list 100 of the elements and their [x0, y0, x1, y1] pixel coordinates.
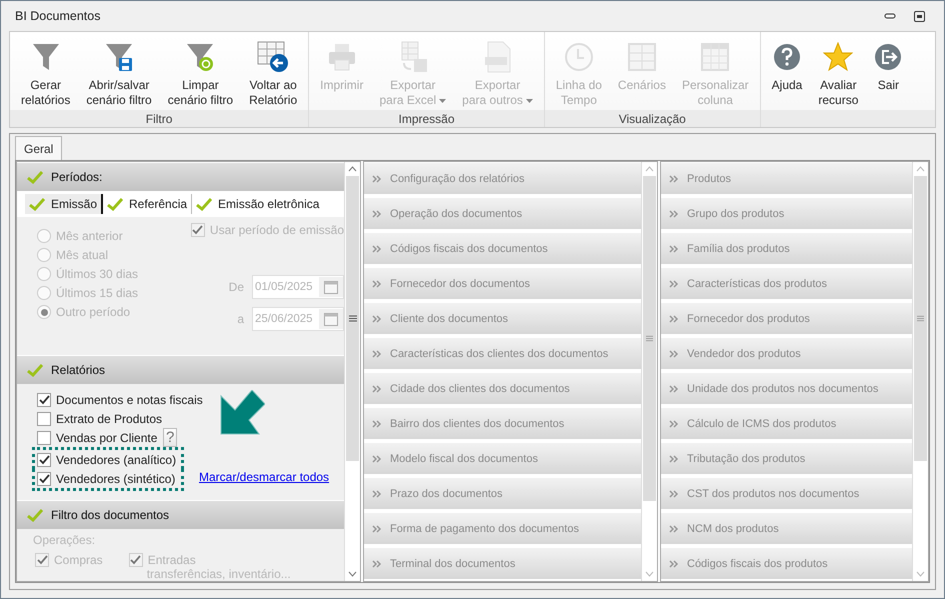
section-header[interactable]: Relatórios: [17, 355, 344, 384]
category-item[interactable]: Características dos produtos: [661, 267, 912, 299]
minimize-icon: [884, 12, 896, 20]
double-chevron-icon: [669, 174, 679, 182]
subtab[interactable]: Emissão eletrônica: [192, 194, 324, 214]
checkbox[interactable]: Vendas por Cliente: [37, 430, 158, 444]
restore-icon: [914, 10, 925, 22]
checkbox[interactable]: Documentos e notas fiscais: [37, 392, 203, 406]
funnel-save-icon: [104, 42, 134, 72]
category-item[interactable]: Cálculo de ICMS dos produtos: [661, 407, 912, 439]
grid-icon: [626, 42, 657, 72]
category-item[interactable]: Família dos produtos: [661, 232, 912, 264]
calendar-icon: [324, 312, 338, 326]
checkbox[interactable]: Extrato de Produtos: [37, 412, 162, 426]
double-chevron-icon: [372, 210, 382, 218]
double-chevron-icon: [669, 384, 679, 392]
ribbon-button[interactable]: Gerar relatórios: [14, 38, 78, 110]
category-item[interactable]: Fornecedor dos documentos: [364, 267, 641, 299]
checkmark-icon: [38, 454, 50, 464]
double-chevron-icon: [669, 524, 679, 532]
double-chevron-icon: [372, 280, 382, 288]
category-item[interactable]: Produtos: [661, 162, 912, 194]
grip-icon: [917, 315, 924, 322]
double-chevron-icon: [372, 244, 382, 252]
scrollbar[interactable]: [641, 162, 657, 581]
dropdown-caret-icon: [439, 98, 446, 102]
subtab[interactable]: Emissão: [25, 194, 104, 214]
dropdown-caret-icon: [526, 98, 533, 102]
category-item[interactable]: Códigos fiscais dos documentos: [364, 232, 641, 264]
scroll-up-icon: [916, 166, 925, 172]
category-item[interactable]: Tributação dos produtos: [661, 442, 912, 474]
calendar-icon: [324, 280, 338, 294]
ribbon-button[interactable]: Voltar ao Relatório: [242, 38, 304, 110]
select-all-link[interactable]: Marcar/desmarcar todos: [199, 470, 330, 484]
double-chevron-icon: [372, 314, 382, 322]
category-item[interactable]: Modelo fiscal dos documentos: [364, 442, 641, 474]
checkmark-icon: [36, 555, 48, 565]
scrollbar[interactable]: [344, 162, 360, 581]
category-item[interactable]: Operação dos documentos: [364, 197, 641, 229]
check-icon: [196, 198, 212, 210]
group-caption: Impressão: [309, 110, 544, 127]
ribbon-button[interactable]: Limpar cenário filtro: [160, 38, 240, 110]
scroll-up-icon: [645, 166, 654, 172]
subtab[interactable]: Referência: [103, 194, 192, 214]
category-item[interactable]: NCM dos produtos: [661, 512, 912, 544]
double-chevron-icon: [669, 454, 679, 462]
scroll-down-icon: [645, 571, 654, 577]
double-chevron-icon: [669, 560, 679, 568]
ribbon-button[interactable]: Avaliar recurso: [811, 38, 866, 110]
text-file-icon: [484, 41, 512, 73]
help-button[interactable]: ?: [163, 428, 177, 447]
tab[interactable]: Geral: [15, 136, 62, 160]
double-chevron-icon: [372, 350, 382, 358]
double-chevron-icon: [372, 174, 382, 182]
double-chevron-icon: [372, 454, 382, 462]
category-item[interactable]: Vendedor dos produtos: [661, 337, 912, 369]
ribbon-button[interactable]: Ajuda: [764, 38, 810, 110]
scroll-up-icon: [348, 166, 357, 172]
ribbon-button[interactable]: Abrir/salvar cenário filtro: [79, 38, 159, 110]
double-chevron-icon: [669, 280, 679, 288]
category-item[interactable]: Bairro dos clientes dos documentos: [364, 407, 641, 439]
help-icon: [773, 43, 801, 71]
funnel-refresh-icon: [185, 42, 216, 72]
section-title: Relatórios: [51, 363, 106, 377]
printer-icon: [326, 42, 357, 72]
category-item[interactable]: Grupo dos produtos: [661, 197, 912, 229]
star-icon: [823, 42, 854, 72]
section-title: Filtro dos documentos: [51, 508, 170, 522]
clock-icon: [564, 42, 594, 72]
category-item[interactable]: Cidade dos clientes dos documentos: [364, 372, 641, 404]
double-chevron-icon: [372, 524, 382, 532]
checkmark-icon: [130, 555, 142, 565]
category-item[interactable]: CST dos produtos nos documentos: [661, 477, 912, 509]
category-item[interactable]: Prazo dos documentos: [364, 477, 641, 509]
category-item[interactable]: Fornecedor dos produtos: [661, 302, 912, 334]
double-chevron-icon: [372, 384, 382, 392]
double-chevron-icon: [669, 350, 679, 358]
group-label: Operações:: [33, 533, 96, 547]
double-chevron-icon: [669, 244, 679, 252]
double-chevron-icon: [372, 560, 382, 568]
double-chevron-icon: [372, 420, 382, 428]
check-icon: [29, 198, 45, 210]
double-chevron-icon: [669, 490, 679, 498]
scroll-down-icon: [916, 571, 925, 577]
section-header[interactable]: Filtro dos documentos: [17, 500, 344, 529]
category-item[interactable]: Forma de pagamento dos documentos: [364, 512, 641, 544]
group-caption: Filtro: [10, 110, 308, 127]
category-item[interactable]: Terminal dos documentos: [364, 547, 641, 579]
category-item[interactable]: Características dos clientes dos documentos: [364, 337, 641, 369]
section-header[interactable]: Períodos:: [17, 162, 344, 191]
category-item[interactable]: Unidade dos produtos nos documentos: [661, 372, 912, 404]
scrollbar[interactable]: [912, 162, 928, 581]
field-label: a: [237, 312, 244, 326]
category-item[interactable]: Cliente dos documentos: [364, 302, 641, 334]
checkmark-icon: [192, 225, 204, 235]
category-item[interactable]: Configuração dos relatórios: [364, 162, 641, 194]
double-chevron-icon: [372, 490, 382, 498]
category-item[interactable]: Códigos fiscais dos produtos: [661, 547, 912, 579]
ribbon-button[interactable]: Sair: [867, 38, 910, 110]
check-icon: [27, 170, 43, 184]
